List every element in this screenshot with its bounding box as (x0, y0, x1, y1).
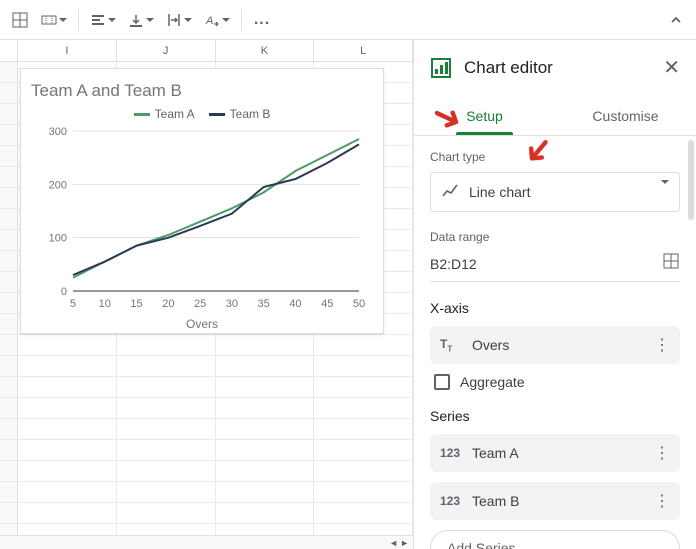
series-b-label: Team B (472, 493, 519, 509)
sidebar-scrollbar[interactable] (688, 140, 694, 220)
add-series-label: Add Series (447, 540, 515, 549)
chart-editor-sidebar: Chart editor ✕ Setup Customise ➜ ➜ Chart… (414, 40, 696, 549)
aggregate-label: Aggregate (460, 374, 525, 390)
data-range-input[interactable]: B2:D12 (430, 256, 662, 272)
merge-cells-button[interactable] (36, 6, 72, 34)
chart-title: Team A and Team B (31, 81, 373, 101)
chart-plot: 0 100 200 300 5 10 15 20 25 30 35 40 45 50 (39, 125, 369, 315)
x-axis-heading: X-axis (430, 300, 680, 316)
chart-editor-icon (430, 57, 452, 79)
col-header[interactable]: J (117, 40, 216, 61)
svg-text:50: 50 (353, 298, 365, 310)
sidebar-body: ➜ Chart type Line chart Data range B2:D1… (414, 136, 696, 549)
series-chip-team-a[interactable]: 123 Team A ⋮ (430, 434, 680, 472)
column-headers: I J K L (0, 40, 413, 62)
x-axis-label: Overs (31, 317, 373, 331)
legend-label: Team B (230, 107, 271, 121)
series-heading: Series (430, 408, 680, 424)
chart-legend: Team A Team B (31, 107, 373, 121)
text-rotate-button[interactable]: A (199, 6, 235, 34)
horizontal-align-button[interactable] (85, 6, 121, 34)
add-series-button[interactable]: Add Series (430, 530, 680, 549)
number-field-icon: 123 (440, 446, 462, 460)
more-vert-icon[interactable]: ⋮ (654, 335, 670, 355)
svg-text:5: 5 (70, 298, 76, 310)
chart-type-select[interactable]: Line chart (430, 172, 680, 212)
svg-text:100: 100 (49, 233, 67, 245)
sidebar-title: Chart editor (464, 58, 663, 78)
collapse-toolbar-button[interactable] (662, 6, 690, 34)
col-header[interactable]: L (314, 40, 413, 61)
more-vert-icon[interactable]: ⋮ (654, 491, 670, 511)
embedded-chart[interactable]: Team A and Team B Team A Team B 0 100 200 3… (20, 68, 384, 334)
text-field-icon: TT (440, 337, 462, 353)
close-icon[interactable]: ✕ (663, 55, 680, 80)
x-axis-field-label: Overs (472, 337, 509, 353)
series-a-label: Team A (472, 445, 519, 461)
svg-text:20: 20 (162, 298, 174, 310)
tab-setup[interactable]: Setup (414, 96, 555, 135)
more-vert-icon[interactable]: ⋮ (654, 443, 670, 463)
svg-text:30: 30 (226, 298, 238, 310)
svg-text:40: 40 (289, 298, 301, 310)
svg-text:15: 15 (130, 298, 142, 310)
svg-text:0: 0 (61, 286, 67, 298)
col-header-corner[interactable] (0, 40, 18, 61)
svg-text:300: 300 (49, 126, 67, 138)
borders-icon[interactable] (6, 6, 34, 34)
toolbar: A ... (0, 0, 696, 40)
svg-text:200: 200 (49, 179, 67, 191)
number-field-icon: 123 (440, 494, 462, 508)
chevron-down-icon (659, 184, 669, 200)
col-header[interactable]: K (216, 40, 315, 61)
horizontal-scrollbar[interactable]: ◄► (0, 535, 413, 549)
svg-text:35: 35 (258, 298, 270, 310)
svg-text:A: A (205, 15, 213, 27)
select-range-icon[interactable] (662, 252, 680, 275)
col-header[interactable]: I (18, 40, 117, 61)
ellipsis-icon: ... (254, 11, 270, 29)
chart-type-label: Chart type (430, 150, 680, 164)
legend-label: Team A (155, 107, 195, 121)
spreadsheet-area[interactable]: I J K L Team A and Team B Team A Team B … (0, 40, 414, 549)
checkbox-icon[interactable] (434, 374, 450, 390)
chart-type-value: Line chart (469, 184, 530, 200)
aggregate-checkbox-row[interactable]: Aggregate (434, 374, 680, 390)
vertical-align-button[interactable] (123, 6, 159, 34)
line-chart-icon (441, 182, 459, 203)
more-tools-button[interactable]: ... (248, 6, 276, 34)
sidebar-tabs: Setup Customise (414, 96, 696, 136)
text-wrap-button[interactable] (161, 6, 197, 34)
series-chip-team-b[interactable]: 123 Team B ⋮ (430, 482, 680, 520)
data-range-label: Data range (430, 230, 680, 244)
tab-customise[interactable]: Customise (555, 96, 696, 135)
svg-text:45: 45 (321, 298, 333, 310)
svg-text:25: 25 (194, 298, 206, 310)
svg-text:10: 10 (99, 298, 111, 310)
x-axis-field-chip[interactable]: TT Overs ⋮ (430, 326, 680, 364)
